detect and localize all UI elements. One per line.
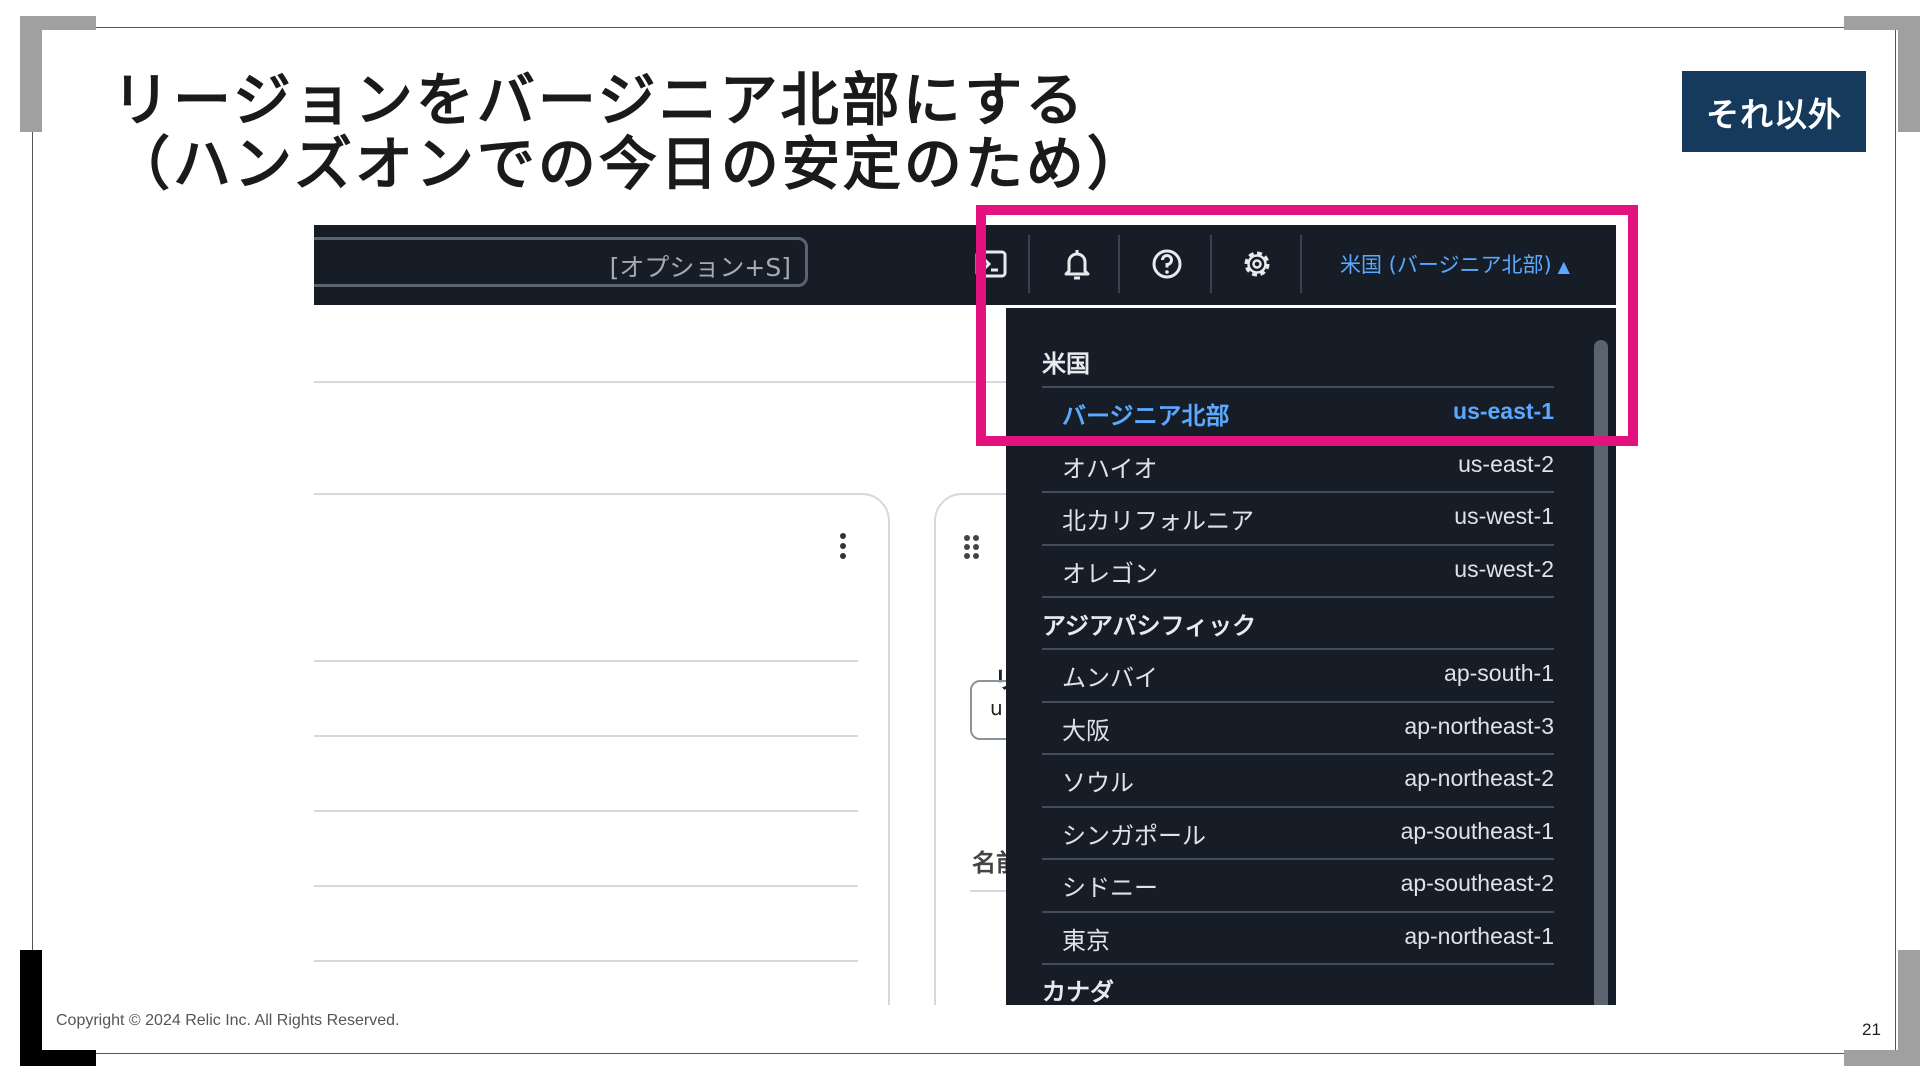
region-option-name: ムンバイ (1062, 664, 1158, 692)
corner-bottom-left-h (20, 1050, 96, 1066)
region-option-name: 東京 (1062, 927, 1110, 955)
region-option-name: ソウル (1062, 769, 1134, 797)
region-option-name: オハイオ (1062, 455, 1158, 483)
region-group-ap: アジアパシフィック (1042, 612, 1257, 640)
region-option-code: ap-south-1 (1444, 660, 1554, 686)
region-option-ap-northeast-2[interactable]: ソウル ap-northeast-2 (1042, 753, 1554, 807)
region-option-code: ap-southeast-1 (1400, 818, 1554, 844)
dropdown-list: 米国 バージニア北部 us-east-1 オハイオ us-east-2 北カリフ… (0, 0, 1920, 1005)
region-option-code: us-east-2 (1458, 451, 1554, 477)
region-option-code: ap-northeast-2 (1404, 765, 1554, 791)
region-option-us-west-1[interactable]: 北カリフォルニア us-west-1 (1042, 491, 1554, 545)
region-option-us-west-2[interactable]: オレゴン us-west-2 (1042, 544, 1554, 598)
region-option-code: ap-southeast-2 (1400, 870, 1554, 896)
region-option-ap-southeast-2[interactable]: シドニー ap-southeast-2 (1042, 858, 1554, 912)
group-divider (1042, 963, 1554, 967)
region-option-us-east-2[interactable]: オハイオ us-east-2 (1042, 439, 1554, 493)
group-divider (1042, 596, 1554, 600)
corner-bottom-right-h (1844, 1050, 1920, 1066)
region-option-name: シンガポール (1062, 822, 1206, 850)
region-option-ap-south-1[interactable]: ムンバイ ap-south-1 (1042, 648, 1554, 702)
region-option-code: us-west-1 (1454, 503, 1554, 529)
region-group-canada: カナダ (1042, 978, 1114, 1005)
region-option-ap-southeast-1[interactable]: シンガポール ap-southeast-1 (1042, 806, 1554, 860)
region-option-name: 大阪 (1062, 717, 1110, 745)
region-option-ap-northeast-1[interactable]: 東京 ap-northeast-1 (1042, 911, 1554, 965)
region-option-code: ap-northeast-1 (1404, 923, 1554, 949)
copyright-text: Copyright © 2024 Relic Inc. All Rights R… (56, 1012, 400, 1029)
region-option-ap-northeast-3[interactable]: 大阪 ap-northeast-3 (1042, 701, 1554, 755)
highlight-box (976, 205, 1638, 446)
region-option-code: ap-northeast-3 (1404, 713, 1554, 739)
region-option-code: us-west-2 (1454, 556, 1554, 582)
region-option-name: オレゴン (1062, 560, 1158, 588)
region-option-name: 北カリフォルニア (1062, 507, 1254, 535)
region-option-name: シドニー (1062, 874, 1158, 902)
page-number: 21 (1862, 1020, 1881, 1039)
